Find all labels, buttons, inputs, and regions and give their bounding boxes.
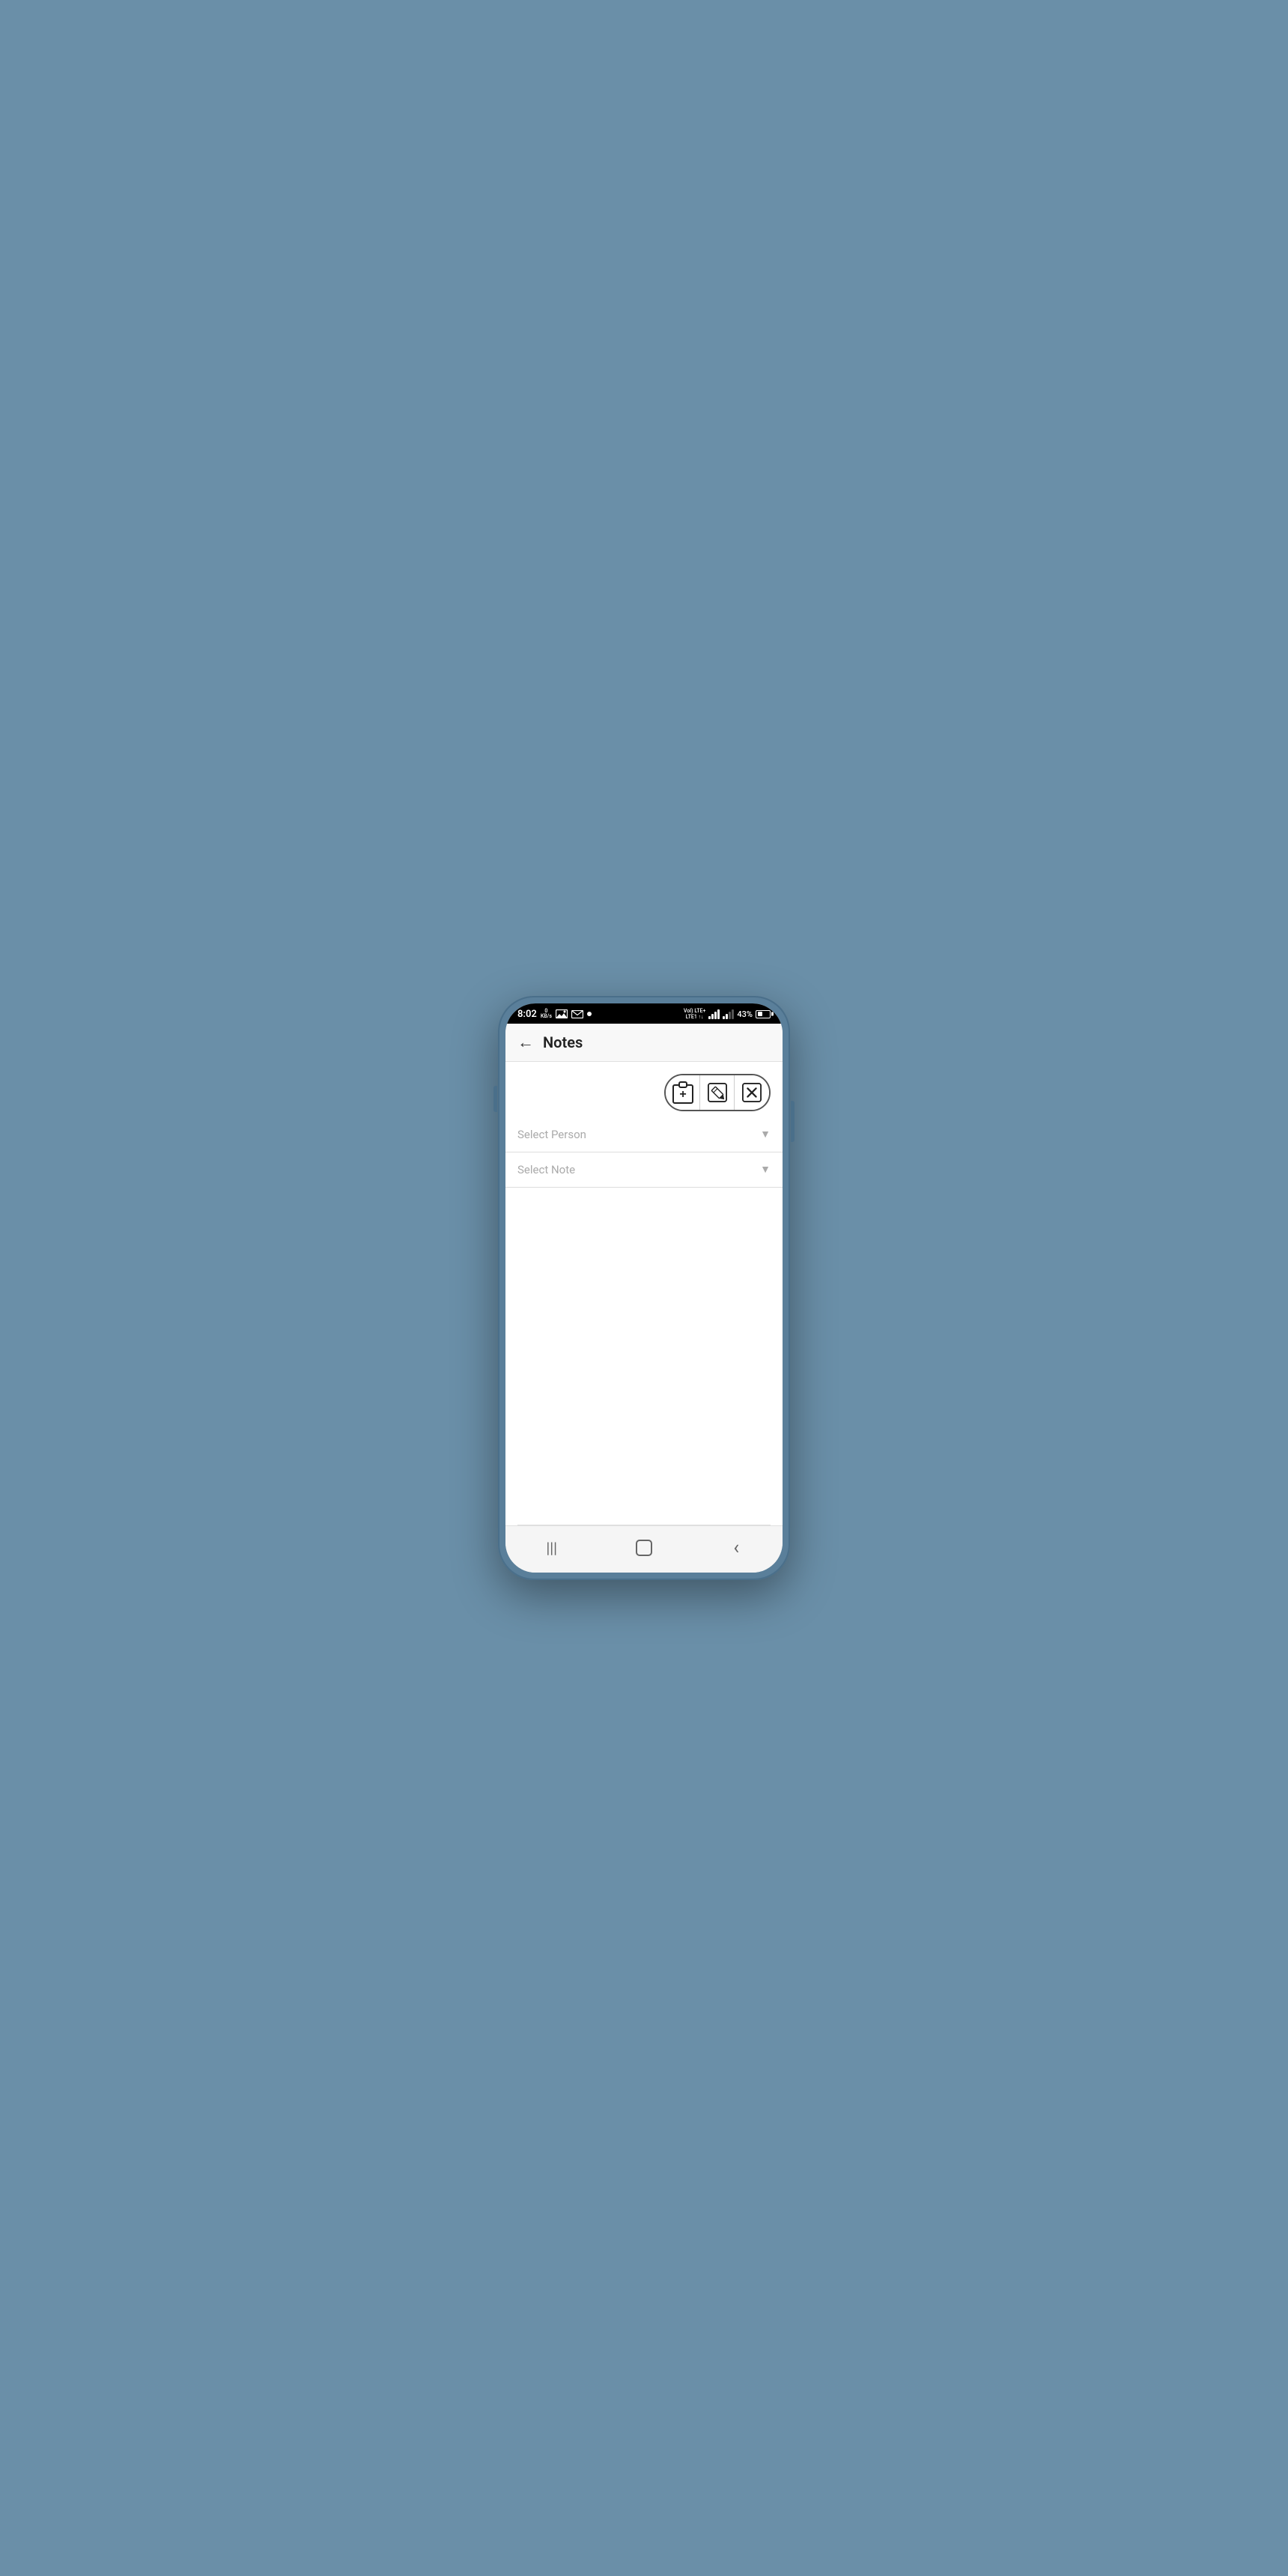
note-content-area — [517, 1194, 771, 1525]
select-person-dropdown[interactable]: Select Person ▼ — [505, 1117, 783, 1152]
back-nav-button[interactable]: ‹ — [720, 1537, 753, 1559]
mail-icon — [571, 1010, 583, 1018]
pencil-icon — [708, 1083, 727, 1102]
svg-text:+: + — [679, 1088, 686, 1101]
back-button[interactable]: ← — [517, 1033, 534, 1052]
lte-label: VoI) LTE+ LTE1 ↑↓ — [684, 1008, 706, 1021]
status-time: 8:02 — [517, 1009, 537, 1020]
phone-screen: 8:02 0 KB/s — [505, 1003, 783, 1573]
status-bar: 8:02 0 KB/s — [505, 1003, 783, 1024]
battery-percent: 43% — [737, 1009, 753, 1019]
status-right: VoI) LTE+ LTE1 ↑↓ 43% — [684, 1008, 771, 1021]
app-bar: ← Notes — [505, 1024, 783, 1062]
back-nav-icon: ‹ — [733, 1537, 739, 1559]
bottom-nav: ||| ‹ — [505, 1525, 783, 1573]
add-note-button[interactable]: + — [666, 1075, 700, 1110]
toolbar: + — [505, 1062, 783, 1117]
add-notepad-icon: + — [672, 1081, 693, 1104]
person-dropdown-arrow: ▼ — [760, 1128, 771, 1140]
page-title: Notes — [543, 1033, 583, 1051]
notification-dot — [587, 1012, 592, 1016]
home-button[interactable] — [628, 1537, 660, 1559]
delete-note-button[interactable] — [735, 1075, 769, 1110]
note-dropdown-arrow: ▼ — [760, 1163, 771, 1176]
select-note-label: Select Note — [517, 1163, 575, 1176]
phone-frame: 8:02 0 KB/s — [498, 996, 790, 1580]
recent-apps-icon: ||| — [546, 1539, 557, 1557]
toolbar-group: + — [664, 1074, 771, 1111]
status-left: 8:02 0 KB/s — [517, 1009, 592, 1020]
home-icon — [636, 1540, 652, 1556]
recent-apps-button[interactable]: ||| — [535, 1537, 568, 1559]
kb-indicator: 0 KB/s — [541, 1009, 552, 1020]
main-content: + — [505, 1062, 783, 1525]
image-icon — [556, 1009, 568, 1018]
select-note-dropdown[interactable]: Select Note ▼ — [505, 1152, 783, 1188]
signal-bars-2 — [723, 1009, 734, 1019]
edit-note-button[interactable] — [700, 1075, 735, 1110]
delete-icon — [742, 1083, 762, 1102]
battery-icon — [756, 1010, 771, 1018]
signal-bars-1 — [708, 1009, 720, 1019]
select-person-label: Select Person — [517, 1128, 586, 1141]
